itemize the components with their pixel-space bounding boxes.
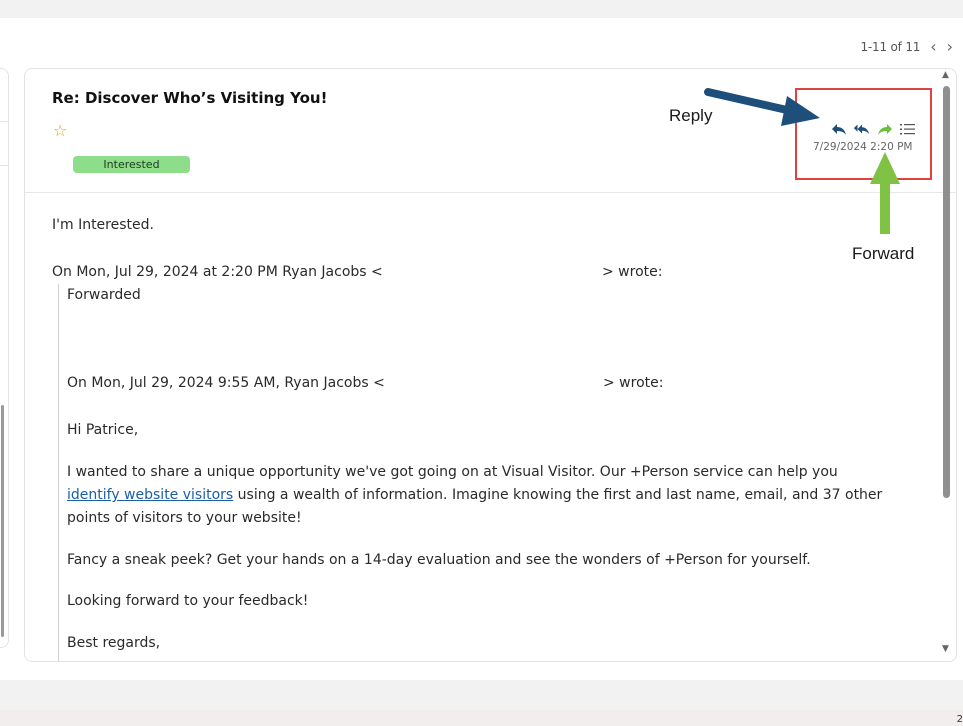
- paragraph-text: using a wealth of information. Imagine k…: [233, 487, 883, 503]
- paragraph: Fancy a sneak peek? Get your hands on a …: [67, 552, 811, 568]
- top-strip: [0, 0, 963, 18]
- identify-visitors-link[interactable]: identify website visitors: [67, 487, 233, 503]
- list-scrollbar[interactable]: [1, 405, 4, 637]
- quoted-attribution: On Mon, Jul 29, 2024 9:55 AM, Ryan Jacob…: [67, 372, 927, 395]
- email-scrollbar[interactable]: ▲ ▼: [939, 68, 955, 660]
- attribution-suffix: > wrote:: [602, 264, 663, 280]
- paragraph-line: points of visitors to your website!: [67, 510, 302, 526]
- scroll-down-icon[interactable]: ▼: [942, 644, 949, 654]
- message-list-edge: [0, 68, 9, 648]
- email-subject: Re: Discover Who’s Visiting You!: [52, 89, 328, 107]
- paragraph-line: I wanted to share a unique opportunity w…: [67, 464, 838, 480]
- scrollbar-thumb[interactable]: [943, 86, 950, 498]
- pager-count: 1-11 of 11: [860, 40, 921, 54]
- annotation-highlight-box: [795, 88, 932, 180]
- quoted-attribution-suffix: > wrote:: [603, 375, 664, 391]
- bottom-bar: [0, 710, 963, 726]
- chevron-right-icon[interactable]: ›: [947, 39, 953, 55]
- star-icon[interactable]: ☆: [53, 121, 67, 140]
- greeting: Hi Patrice,: [67, 422, 139, 438]
- forward-annotation-label: Forward: [852, 244, 915, 263]
- signoff: Best regards,: [67, 635, 161, 651]
- paragraph-line: identify website visitors using a wealth…: [67, 484, 882, 507]
- scroll-up-icon[interactable]: ▲: [942, 70, 949, 80]
- chevron-left-icon[interactable]: ‹: [930, 39, 936, 55]
- quoted-message: Forwarded On Mon, Jul 29, 2024 9:55 AM, …: [58, 284, 927, 661]
- reply-annotation-label: Reply: [669, 106, 713, 125]
- attribution-prefix: On Mon, Jul 29, 2024 at 2:20 PM Ryan Jac…: [52, 264, 383, 280]
- quoted-attribution-prefix: On Mon, Jul 29, 2024 9:55 AM, Ryan Jacob…: [67, 375, 385, 391]
- pager: 1-11 of 11 ‹ ›: [860, 39, 953, 55]
- status-badge[interactable]: Interested: [73, 156, 190, 173]
- corner-indicator: 2: [956, 714, 963, 725]
- list-divider: [0, 165, 8, 166]
- reply-text: I'm Interested.: [52, 217, 154, 233]
- list-divider: [0, 121, 8, 122]
- paragraph: Looking forward to your feedback!: [67, 593, 309, 609]
- attribution-line: On Mon, Jul 29, 2024 at 2:20 PM Ryan Jac…: [52, 261, 662, 284]
- forwarded-label: Forwarded: [67, 287, 141, 303]
